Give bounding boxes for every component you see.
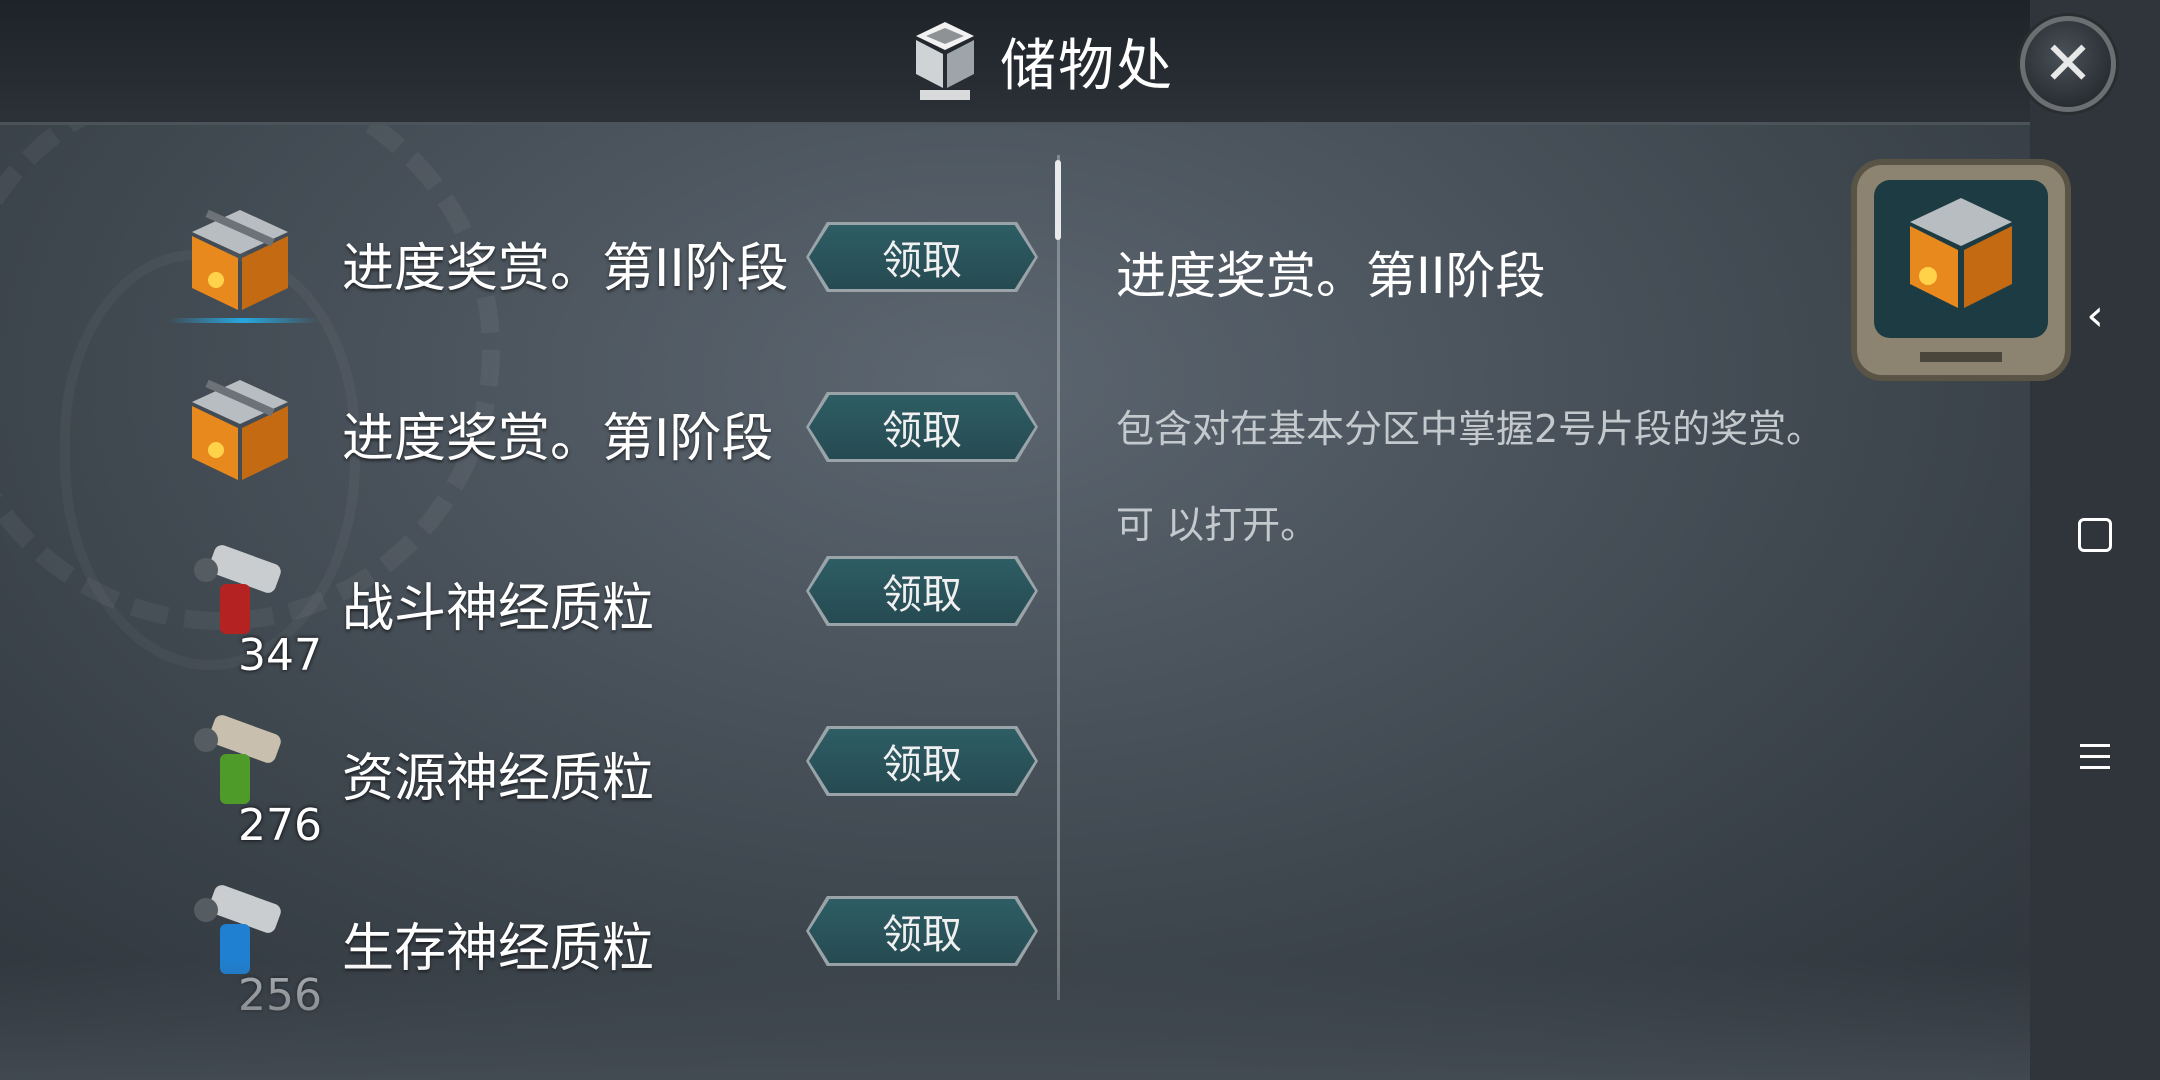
detail-note: 可 以打开。: [1116, 503, 1319, 547]
item-count: 276: [238, 800, 322, 851]
item-name: 战斗神经质粒: [342, 579, 655, 639]
selected-indicator: [168, 318, 318, 323]
claim-button[interactable]: 领取: [806, 726, 1038, 796]
storage-cube-icon: [916, 22, 974, 100]
item-count: 347: [238, 630, 322, 681]
list-item[interactable]: 347 战斗神经质粒 领取: [0, 530, 1055, 700]
bottom-fade-overlay: [0, 960, 2030, 1080]
item-name: 资源神经质粒: [342, 749, 655, 809]
crate-monitor-icon: [1851, 159, 2071, 381]
claim-button[interactable]: 领取: [806, 392, 1038, 462]
orange-crate-icon: [192, 379, 288, 480]
orange-crate-icon: [192, 209, 288, 310]
detail-description: 包含对在基本分区中掌握2号片段的奖赏。: [1116, 407, 1825, 451]
list-item[interactable]: 276 资源神经质粒 领取: [0, 700, 1055, 870]
item-name: 进度奖赏。第II阶段: [342, 239, 789, 299]
list-scrollbar[interactable]: [1055, 160, 1061, 240]
list-item[interactable]: 进度奖赏。第II阶段 领取: [0, 190, 1055, 360]
list-divider: [1057, 155, 1060, 1000]
item-name: 进度奖赏。第I阶段: [342, 409, 774, 469]
menu-icon[interactable]: [2075, 736, 2115, 777]
claim-button[interactable]: 领取: [806, 222, 1038, 292]
detail-title: 进度奖赏。第II阶段: [1116, 247, 1546, 305]
claim-button[interactable]: 领取: [806, 556, 1038, 626]
claim-button[interactable]: 领取: [806, 896, 1038, 966]
back-icon[interactable]: ‹: [2075, 290, 2115, 341]
header-title-group: 储物处: [910, 18, 1174, 104]
list-item[interactable]: 进度奖赏。第I阶段 领取: [0, 360, 1055, 530]
page-title: 储物处: [1000, 33, 1174, 99]
close-button[interactable]: ✕: [2020, 16, 2116, 112]
reward-list[interactable]: 进度奖赏。第II阶段 领取 进度奖赏。第I阶段 领取 347 战斗神经质粒 领取: [0, 130, 1055, 1021]
close-icon: ✕: [2042, 29, 2094, 99]
home-icon[interactable]: [2075, 512, 2115, 558]
header-bar: 储物处: [0, 0, 2030, 125]
